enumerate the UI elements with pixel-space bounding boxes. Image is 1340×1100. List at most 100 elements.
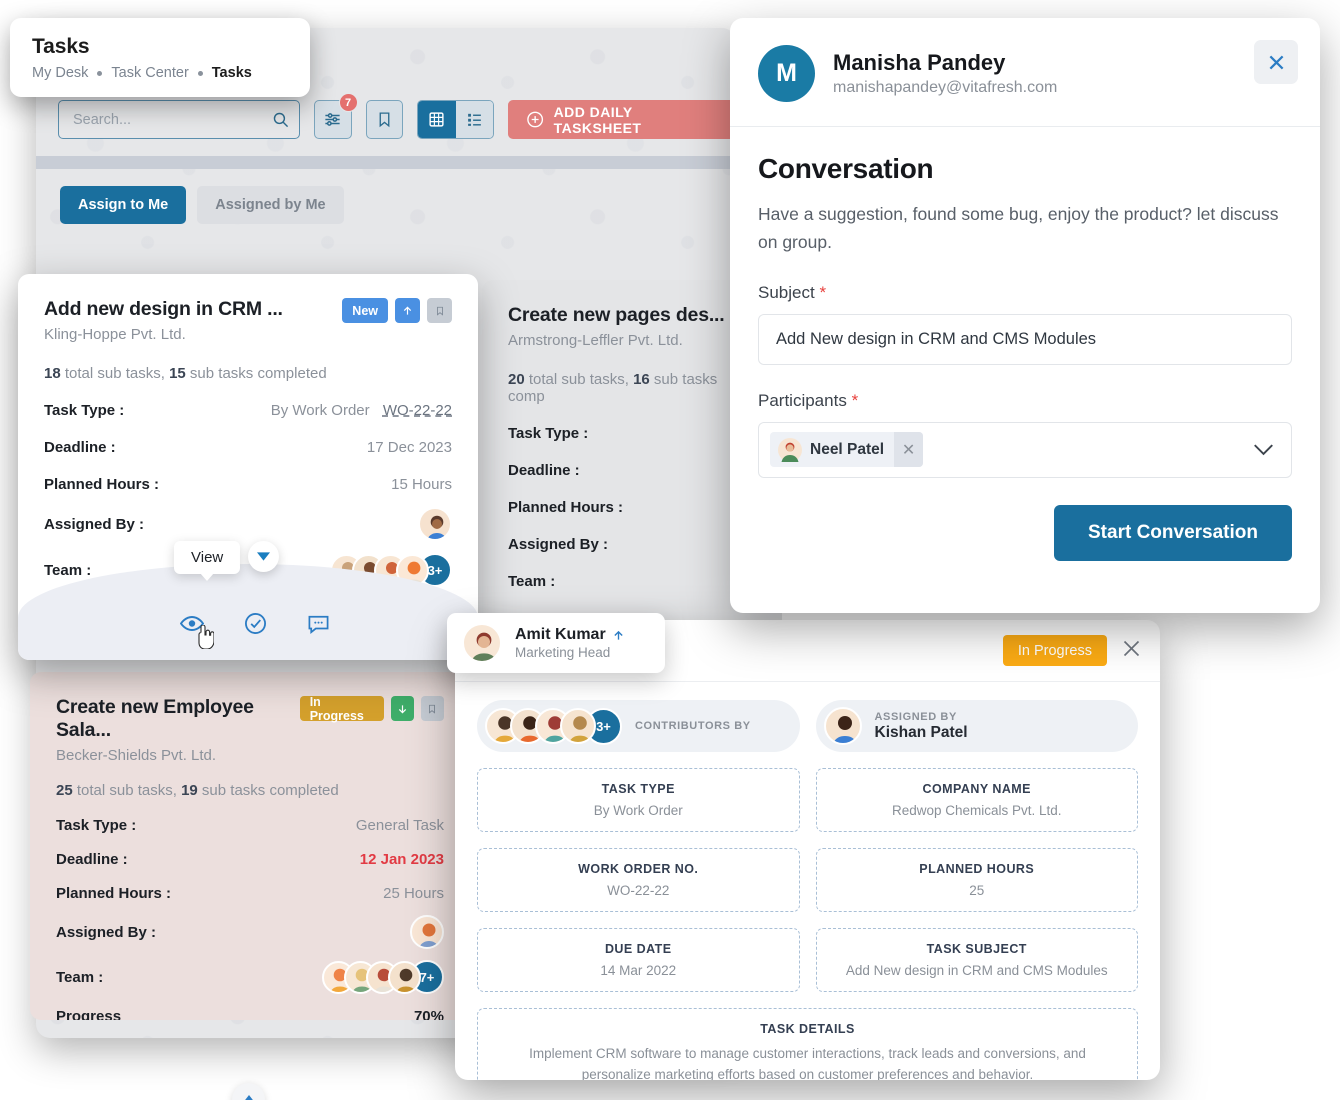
detail-close-button[interactable]	[1121, 638, 1142, 664]
card3-progress-value: 70%	[413, 1008, 444, 1020]
breadcrumb-item-tasks: Tasks	[211, 65, 252, 81]
check-circle-icon	[245, 613, 266, 634]
amit-name: Amit Kumar	[515, 626, 606, 643]
plus-circle-icon	[527, 111, 544, 128]
grid-view-button[interactable]	[418, 101, 456, 138]
detail-status-badge: In Progress	[1002, 635, 1107, 666]
card3-value-task-type: General Task	[355, 817, 444, 834]
card2-row-deadline: Deadline :	[508, 462, 756, 479]
participants-select[interactable]: Neel Patel ✕	[758, 421, 1292, 478]
card3-priority-down-button[interactable]	[390, 696, 414, 721]
card1-priority-up-button[interactable]	[395, 298, 420, 323]
card3-team-avatars[interactable]: 7+	[322, 960, 444, 994]
card1-value-deadline: 17 Dec 2023	[366, 439, 452, 456]
list-view-button[interactable]	[455, 101, 494, 138]
participant-remove-button[interactable]: ✕	[894, 432, 924, 468]
breadcrumb-item-my-desk[interactable]: My Desk	[32, 65, 88, 81]
card1-chip-group: New	[342, 298, 452, 323]
card2-header: Create new pages des... Armstrong-Leffle…	[508, 304, 756, 349]
card1-complete-button[interactable]	[244, 612, 267, 640]
add-daily-tasksheet-button[interactable]: ADD DAILY TASKSHEET	[508, 100, 736, 139]
participants-label-row: Participants *	[758, 391, 1292, 411]
search-input-wrapper[interactable]	[58, 100, 300, 139]
card2-title: Create new pages des...	[508, 304, 725, 326]
bookmark-button[interactable]	[365, 100, 404, 139]
card3-bookmark-button[interactable]	[420, 696, 444, 721]
grid-view-icon	[429, 112, 445, 127]
card3-assigned-by-avatar[interactable]	[410, 915, 444, 949]
breadcrumb-separator-icon	[97, 70, 103, 76]
card1-task-type-value-group: By Work Order WO-22-22	[271, 402, 452, 419]
tab-assign-to-me[interactable]: Assign to Me	[60, 186, 187, 224]
filter-button[interactable]: 7	[313, 93, 358, 139]
contributors-avatars[interactable]: 3+	[485, 707, 622, 745]
conversation-user-info: Manisha Pandey manishapandey@vitafresh.c…	[833, 50, 1057, 97]
card3-row-progress: Progress 70%	[56, 1008, 444, 1020]
card1-bookmark-button[interactable]	[427, 298, 452, 323]
card1-label-task-type: Task Type :	[44, 402, 125, 419]
card3-label-task-type: Task Type :	[56, 817, 137, 834]
card3-row-team: Team : 7+	[56, 960, 444, 994]
card1-status-badge: New	[342, 298, 388, 323]
card1-label-deadline: Deadline :	[44, 439, 116, 456]
search-input[interactable]	[73, 111, 272, 128]
card2-row-planned-hours: Planned Hours :	[508, 499, 756, 516]
card1-row-planned-hours: Planned Hours : 15 Hours	[44, 476, 452, 493]
conversation-modal-body: Conversation Have a suggestion, found so…	[730, 127, 1320, 561]
card3-row-deadline: Deadline : 12 Jan 2023	[56, 851, 444, 868]
card2-row-team: Team :	[508, 573, 756, 590]
add-daily-tasksheet-label: ADD DAILY TASKSHEET	[553, 103, 642, 136]
detail-value-company-name: Redwop Chemicals Pvt. Ltd.	[891, 803, 1062, 818]
card1-subtasks-mid: total sub tasks,	[60, 365, 170, 382]
card3-status-badge: In Progress	[299, 695, 384, 723]
card1-subtasks-end: sub tasks completed	[185, 365, 327, 382]
conversation-close-button[interactable]	[1254, 40, 1298, 84]
tab-assigned-by-me[interactable]: Assigned by Me	[197, 186, 344, 224]
card1-label-planned-hours: Planned Hours :	[44, 476, 160, 493]
task-card-employee-salary[interactable]: Create new Employee Sala... Becker-Shiel…	[30, 672, 470, 1020]
task-detail-panel: In Progress 3+ CONTRIBUTORS BY ASSIGNED …	[455, 620, 1160, 1080]
card1-assigned-by-avatar[interactable]	[418, 507, 452, 541]
card2-subtasks-total: 20	[508, 371, 525, 388]
start-conversation-button[interactable]: Start Conversation	[1054, 504, 1292, 561]
detail-cell-task-type: TASK TYPE By Work Order	[477, 768, 800, 832]
filter-count-badge: 7	[338, 93, 358, 112]
detail-value-task-subject: Add New design in CRM and CMS Modules	[845, 963, 1108, 978]
subject-required-mark: *	[819, 282, 827, 302]
chevron-down-icon[interactable]	[1253, 443, 1274, 456]
detail-cell-planned-hours: PLANNED HOURS 25	[815, 848, 1138, 912]
breadcrumb-item-task-center[interactable]: Task Center	[111, 65, 188, 81]
detail-value-due-date: 14 Mar 2022	[600, 963, 677, 978]
bookmark-icon	[429, 704, 436, 714]
detail-key-company-name: COMPANY NAME	[922, 782, 1031, 796]
amit-text-group: Amit Kumar Marketing Head	[515, 626, 624, 660]
card3-label-assigned-by: Assigned By :	[56, 923, 157, 941]
subject-label: Subject	[758, 282, 815, 302]
amit-role: Marketing Head	[515, 645, 611, 660]
card3-chip-group: In Progress	[299, 695, 444, 723]
subject-input[interactable]: Add New design in CRM and CMS Modules	[758, 313, 1292, 365]
breadcrumb: My Desk Task Center Tasks	[32, 65, 288, 81]
assigned-by-text-group: ASSIGNED BY Kishan Patel	[875, 710, 968, 743]
detail-key-planned-hours: PLANNED HOURS	[919, 862, 1035, 876]
card1-label-assigned-by: Assigned By :	[44, 515, 145, 533]
close-icon	[1269, 55, 1283, 69]
card3-row-task-type: Task Type : General Task	[56, 817, 444, 834]
card3-value-deadline: 12 Jan 2023	[359, 851, 444, 868]
task-card-add-new-design[interactable]: Add new design in CRM ... Kling-Hoppe Pv…	[18, 274, 478, 660]
card1-title: Add new design in CRM ...	[44, 298, 283, 320]
scroll-to-top-button[interactable]	[232, 1083, 265, 1100]
detail-summary-row: 3+ CONTRIBUTORS BY ASSIGNED BY Kishan Pa…	[455, 682, 1160, 752]
conversation-user-avatar: M	[758, 45, 815, 102]
card3-subtask-summary: 25 total sub tasks, 19 sub tasks complet…	[56, 782, 444, 799]
card1-row-deadline: Deadline : 17 Dec 2023	[44, 439, 452, 456]
contributors-pill: 3+ CONTRIBUTORS BY	[477, 700, 800, 752]
card2-row-task-type: Task Type :	[508, 425, 756, 442]
card1-expand-button[interactable]	[248, 541, 279, 572]
card1-work-order-link[interactable]: WO-22-22	[383, 402, 452, 419]
participants-required-mark: *	[851, 390, 859, 410]
conversation-user-name: Manisha Pandey	[833, 50, 1006, 75]
bookmark-icon	[379, 112, 390, 128]
card1-comment-button[interactable]	[307, 614, 330, 639]
view-tooltip: View	[174, 541, 241, 581]
